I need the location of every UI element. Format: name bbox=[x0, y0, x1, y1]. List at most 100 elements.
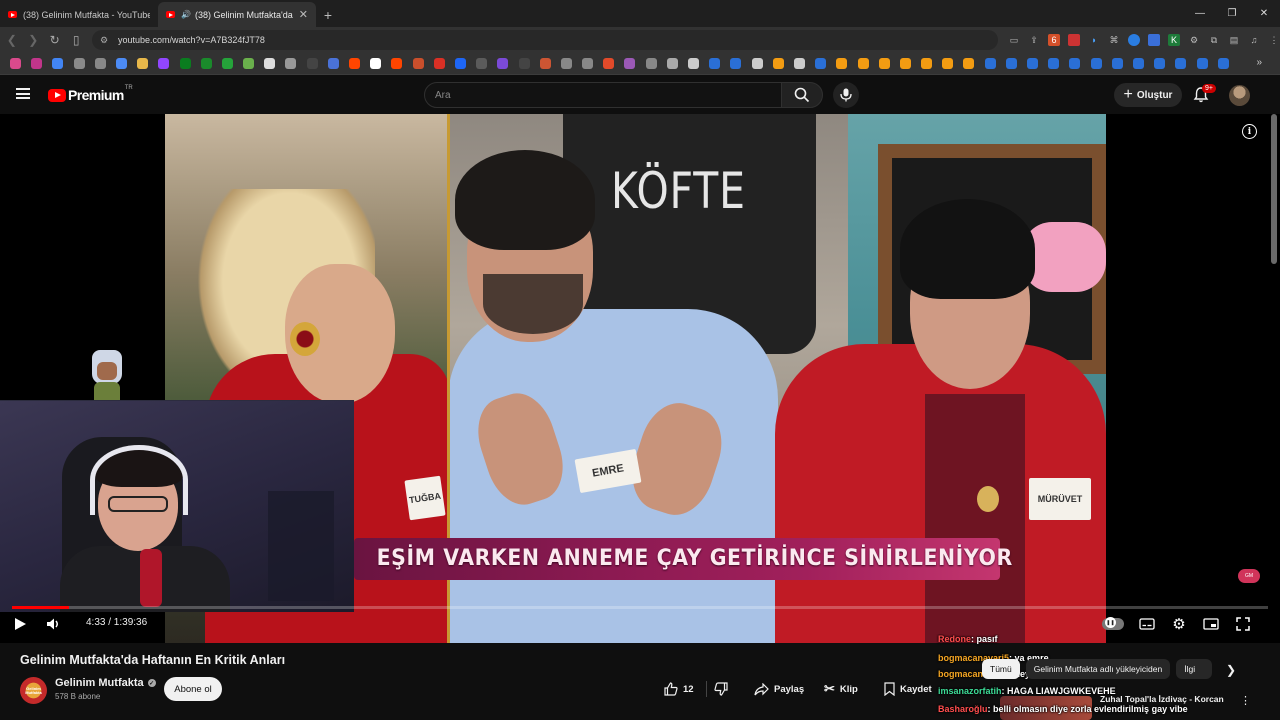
brave-shield-icon[interactable]: 6 bbox=[1048, 34, 1061, 46]
extension-icon[interactable] bbox=[1148, 34, 1161, 46]
close-window-button[interactable]: ✕ bbox=[1248, 0, 1280, 27]
bookmark-favicon-icon[interactable] bbox=[137, 58, 149, 69]
chat-username[interactable]: imsanazorfatih bbox=[938, 686, 1002, 696]
share-icon[interactable]: ⇪ bbox=[1028, 34, 1040, 46]
site-info-icon[interactable]: ⚙ bbox=[100, 35, 108, 46]
address-bar[interactable]: ⚙ youtube.com/watch?v=A7B324fJT78 bbox=[91, 30, 999, 50]
bookmark-favicon-icon[interactable] bbox=[645, 58, 657, 69]
like-button[interactable]: 12 bbox=[664, 677, 694, 701]
bookmark-favicon-icon[interactable] bbox=[688, 58, 699, 69]
restore-button[interactable]: ❐ bbox=[1216, 0, 1248, 27]
bookmark-favicon-icon[interactable] bbox=[285, 58, 297, 69]
share-button[interactable]: Paylaş bbox=[754, 677, 804, 701]
bookmark-favicon-icon[interactable] bbox=[1132, 58, 1144, 69]
media-control-icon[interactable]: ♫ bbox=[1248, 34, 1260, 46]
bookmark-favicon-icon[interactable] bbox=[115, 58, 127, 69]
video-player[interactable]: KÖFTE TUĞBA EMRE MÜRÜVET EŞİM VARKEN ANN… bbox=[0, 114, 1280, 643]
bookmark-favicon-icon[interactable] bbox=[582, 58, 594, 69]
bookmark-favicon-icon[interactable] bbox=[857, 58, 869, 69]
back-button[interactable]: ❮ bbox=[2, 30, 21, 50]
bookmark-favicon-icon[interactable] bbox=[94, 58, 106, 69]
menu-icon[interactable] bbox=[16, 88, 30, 99]
miniplayer-button[interactable] bbox=[1202, 615, 1220, 633]
progress-bar[interactable] bbox=[12, 606, 1268, 609]
bookmark-icon[interactable]: ▯ bbox=[66, 30, 85, 50]
channel-avatar[interactable]: Gelinim Mutfakta bbox=[20, 677, 47, 704]
bookmark-favicon-icon[interactable] bbox=[1217, 58, 1229, 69]
bookmark-favicon-icon[interactable] bbox=[963, 58, 975, 69]
browser-tab[interactable]: (38) Gelinim Mutfakta - YouTube bbox=[0, 2, 158, 27]
bookmark-favicon-icon[interactable] bbox=[412, 58, 424, 69]
bookmark-favicon-icon[interactable] bbox=[921, 58, 933, 69]
bookmark-favicon-icon[interactable] bbox=[815, 58, 827, 69]
chip-all[interactable]: Tümü bbox=[982, 659, 1020, 679]
bookmark-favicon-icon[interactable] bbox=[221, 58, 233, 69]
menu-dots-icon[interactable]: ⋮ bbox=[1268, 34, 1280, 46]
reload-button[interactable]: ↻ bbox=[45, 30, 64, 50]
chat-username[interactable]: Redone bbox=[938, 634, 971, 644]
extension-icon[interactable]: ◗ bbox=[1088, 34, 1100, 46]
bookmark-favicon-icon[interactable] bbox=[10, 58, 21, 69]
bookmark-favicon-icon[interactable] bbox=[1154, 58, 1166, 69]
volume-button[interactable] bbox=[46, 614, 64, 634]
close-tab-icon[interactable]: ✕ bbox=[299, 8, 308, 21]
bookmark-favicon-icon[interactable] bbox=[52, 58, 64, 69]
bookmark-favicon-icon[interactable] bbox=[73, 58, 85, 69]
bookmark-favicon-icon[interactable] bbox=[243, 58, 255, 69]
bookmark-favicon-icon[interactable] bbox=[370, 58, 382, 69]
extension-icon[interactable]: ⌘ bbox=[1108, 34, 1120, 46]
subscribe-button[interactable]: Abone ol bbox=[164, 677, 222, 701]
bookmark-favicon-icon[interactable] bbox=[624, 58, 636, 69]
bookmark-favicon-icon[interactable] bbox=[1175, 58, 1187, 69]
side-panel-icon[interactable]: ▤ bbox=[1228, 34, 1240, 46]
bookmark-favicon-icon[interactable] bbox=[518, 58, 530, 69]
bookmark-favicon-icon[interactable] bbox=[1090, 58, 1102, 69]
bookmark-favicon-icon[interactable] bbox=[200, 58, 212, 69]
account-avatar[interactable] bbox=[1229, 85, 1250, 106]
bookmark-favicon-icon[interactable] bbox=[793, 58, 805, 69]
clip-button[interactable]: ✂ Klip bbox=[824, 677, 858, 701]
bookmark-favicon-icon[interactable] bbox=[1048, 58, 1060, 69]
bookmark-favicon-icon[interactable] bbox=[1005, 58, 1017, 69]
bookmark-favicon-icon[interactable] bbox=[539, 58, 551, 69]
audio-playing-icon[interactable]: 🔊 bbox=[181, 10, 191, 19]
search-input[interactable]: Ara bbox=[424, 82, 782, 108]
bookmark-favicon-icon[interactable] bbox=[772, 58, 784, 69]
bookmark-favicon-icon[interactable] bbox=[878, 58, 890, 69]
bookmark-favicon-icon[interactable] bbox=[306, 58, 318, 69]
dislike-button[interactable] bbox=[714, 677, 728, 701]
chips-next-icon[interactable]: ❯ bbox=[1226, 663, 1236, 677]
bookmark-favicon-icon[interactable] bbox=[984, 58, 996, 69]
bookmark-favicon-icon[interactable] bbox=[1111, 58, 1123, 69]
youtube-premium-logo[interactable]: Premium TR bbox=[48, 85, 133, 103]
browser-tab-active[interactable]: 🔊 (38) Gelinim Mutfakta'da Haftanın En K… bbox=[158, 2, 316, 27]
channel-name[interactable]: Gelinim Mutfakta ✓ bbox=[55, 677, 156, 689]
extension-icon[interactable] bbox=[1128, 34, 1141, 46]
info-icon[interactable]: i bbox=[1242, 124, 1257, 139]
page-scrollbar[interactable] bbox=[1271, 114, 1277, 264]
bookmark-favicon-icon[interactable] bbox=[603, 58, 615, 69]
subtitles-button[interactable] bbox=[1138, 615, 1156, 633]
bookmark-favicon-icon[interactable] bbox=[158, 58, 170, 69]
bookmark-favicon-icon[interactable] bbox=[942, 58, 954, 69]
bookmark-favicon-icon[interactable] bbox=[730, 58, 742, 69]
play-button[interactable] bbox=[14, 614, 30, 634]
channel-watermark-icon[interactable]: GM bbox=[1238, 569, 1260, 583]
bookmark-favicon-icon[interactable] bbox=[751, 58, 763, 69]
chip-from-uploader[interactable]: Gelinim Mutfakta adlı yükleyiciden bbox=[1025, 659, 1171, 679]
bookmark-favicon-icon[interactable] bbox=[1196, 58, 1208, 69]
save-button[interactable]: Kaydet bbox=[884, 677, 932, 701]
bookmark-favicon-icon[interactable] bbox=[899, 58, 911, 69]
create-button[interactable]: + Oluştur bbox=[1114, 83, 1182, 107]
bookmark-favicon-icon[interactable] bbox=[454, 58, 466, 69]
extension-icon[interactable]: K bbox=[1168, 34, 1181, 46]
extension-icon[interactable] bbox=[1068, 34, 1081, 46]
extension-icon[interactable]: ⚙ bbox=[1188, 34, 1200, 46]
search-button[interactable] bbox=[781, 82, 823, 108]
extensions-puzzle-icon[interactable]: ⧉ bbox=[1208, 34, 1220, 46]
forward-button[interactable]: ❯ bbox=[23, 30, 42, 50]
bookmark-favicon-icon[interactable] bbox=[709, 58, 721, 69]
bookmark-favicon-icon[interactable] bbox=[433, 58, 445, 69]
fullscreen-button[interactable] bbox=[1234, 615, 1252, 633]
bookmark-favicon-icon[interactable] bbox=[179, 58, 191, 69]
